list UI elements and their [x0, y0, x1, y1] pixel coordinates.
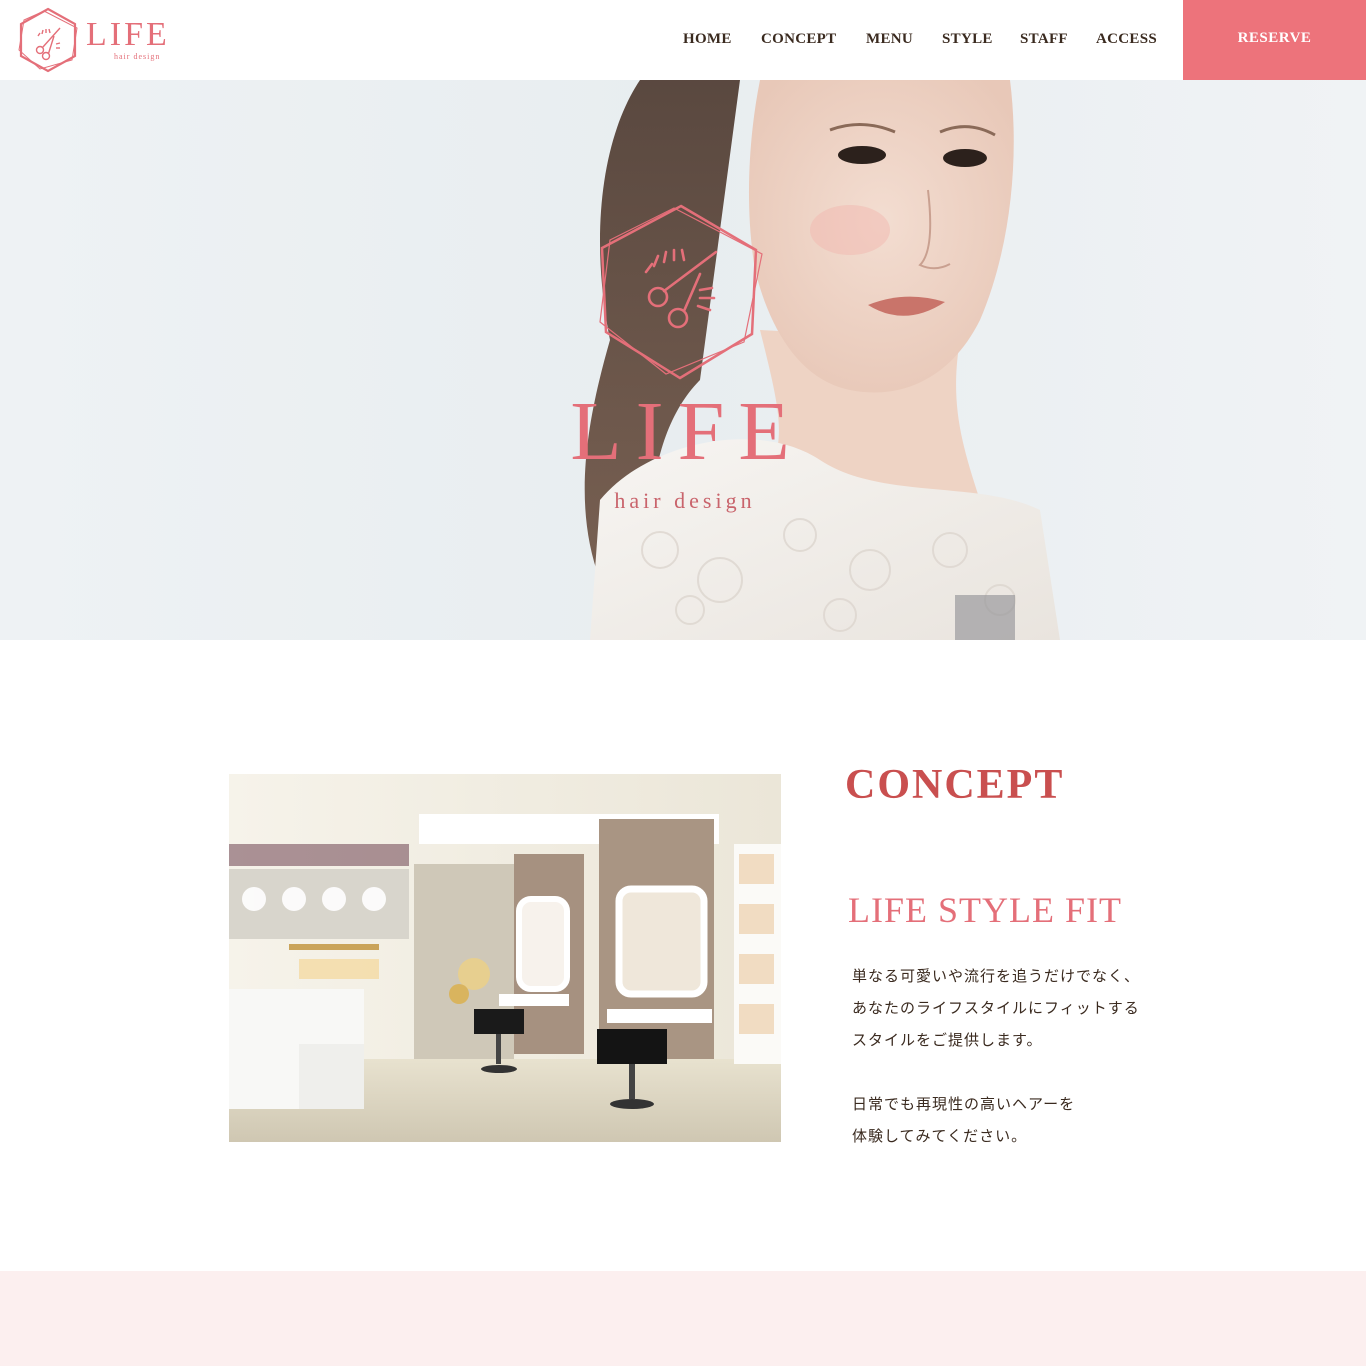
- logo-wordmark: LIFE: [86, 16, 170, 53]
- next-section-band: [0, 1271, 1366, 1366]
- reserve-button[interactable]: RESERVE: [1183, 0, 1366, 80]
- concept-text: 単なる可愛いや流行を追うだけでなく、 あなたのライフスタイルにフィットする スタ…: [852, 960, 1232, 1152]
- hero-section: LIFE hair design: [0, 80, 1366, 640]
- concept-line: 単なる可愛いや流行を追うだけでなく、: [852, 967, 1141, 985]
- concept-line: スタイルをご提供します。: [852, 1031, 1043, 1049]
- hero-logo-tagline: hair design: [614, 488, 756, 513]
- logo-tagline: hair design: [114, 52, 161, 61]
- concept-subtitle: LIFE STYLE FIT: [848, 890, 1122, 930]
- concept-line: 日常でも再現性の高いヘアーを: [852, 1095, 1076, 1113]
- scissors-hexagon-logo-icon: [18, 7, 78, 73]
- concept-line: あなたのライフスタイルにフィットする: [852, 999, 1140, 1017]
- nav-item-menu[interactable]: MENU: [866, 31, 913, 48]
- nav-item-staff[interactable]: STAFF: [1020, 31, 1068, 48]
- nav-item-home[interactable]: HOME: [683, 31, 732, 48]
- hero-scissors-emblem-icon: [599, 204, 763, 380]
- concept-line: 体験してみてください。: [852, 1127, 1028, 1145]
- nav-item-concept[interactable]: CONCEPT: [761, 31, 836, 48]
- nav-item-style[interactable]: STYLE: [942, 31, 993, 48]
- nav-item-access[interactable]: ACCESS: [1096, 31, 1157, 48]
- salon-interior-image: [229, 774, 781, 1142]
- header-logo[interactable]: LIFE hair design: [16, 6, 176, 74]
- site-header: LIFE hair design HOME CONCEPT MENU STYLE…: [0, 0, 1366, 80]
- concept-title: CONCEPT: [845, 762, 1065, 808]
- hero-logo-wordmark: LIFE: [570, 385, 804, 478]
